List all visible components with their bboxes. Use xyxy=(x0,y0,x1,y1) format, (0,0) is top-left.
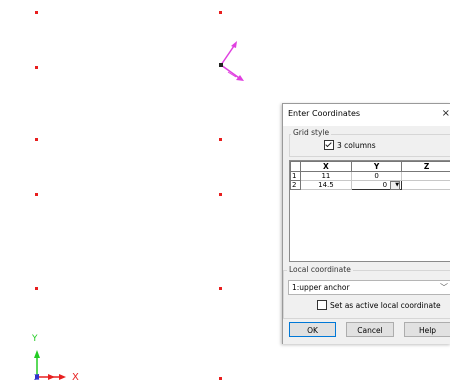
local-coordinate-value: 1:upper anchor xyxy=(292,283,350,292)
cell-z[interactable] xyxy=(401,171,450,181)
table-row[interactable]: 1 11 0 xyxy=(290,171,450,181)
ok-button[interactable]: OK xyxy=(289,322,336,337)
y-axis-arrow xyxy=(34,350,40,358)
cell-dropdown-icon[interactable]: ▼ xyxy=(390,181,401,190)
local-coordinate-legend: Local coordinate xyxy=(287,265,353,274)
cell-x[interactable]: 14.5 xyxy=(299,180,352,190)
dialog-titlebar[interactable]: Enter Coordinates × xyxy=(283,104,450,126)
cancel-button[interactable]: Cancel xyxy=(346,322,394,337)
column-header-x[interactable]: X xyxy=(299,161,352,172)
column-header-y[interactable]: Y xyxy=(350,161,403,172)
x-axis-arrow xyxy=(59,374,66,380)
row-number[interactable]: 2 xyxy=(290,180,301,190)
set-active-checkbox[interactable] xyxy=(317,300,327,310)
close-icon[interactable]: × xyxy=(442,108,450,119)
dialog-title: Enter Coordinates xyxy=(288,109,361,118)
cell-y-editing[interactable]: 0 ▼ xyxy=(350,180,403,190)
coordinate-table: X Y Z 1 11 0 2 14.5 0 ▼ xyxy=(290,161,450,190)
z-axis-label: Z xyxy=(34,373,40,382)
local-coordinate-select[interactable]: 1:upper anchor ﹀ xyxy=(288,280,450,295)
set-active-checkbox-row[interactable]: Set as active local coordinate xyxy=(317,300,441,310)
x-axis-label: X xyxy=(72,372,79,383)
set-active-label: Set as active local coordinate xyxy=(330,300,441,310)
three-columns-checkbox[interactable] xyxy=(324,140,334,150)
three-columns-label: 3 columns xyxy=(337,140,376,150)
three-columns-checkbox-row[interactable]: 3 columns xyxy=(324,140,376,150)
grid-style-legend: Grid style xyxy=(291,128,332,137)
local-coordinate-gizmo[interactable] xyxy=(219,41,244,81)
row-number[interactable]: 1 xyxy=(290,171,301,181)
cell-z[interactable] xyxy=(401,180,450,190)
chevron-down-icon[interactable]: ﹀ xyxy=(440,282,448,293)
y-axis-label: Y xyxy=(32,334,38,344)
cell-y[interactable]: 0 xyxy=(350,171,403,181)
enter-coordinates-dialog: Enter Coordinates × Grid style 3 columns… xyxy=(282,103,450,344)
grid-corner-header xyxy=(290,161,301,172)
x-axis-arrow-2 xyxy=(48,374,55,380)
table-row[interactable]: 2 14.5 0 ▼ xyxy=(290,180,450,190)
coordinate-grid[interactable]: X Y Z 1 11 0 2 14.5 0 ▼ xyxy=(289,160,450,262)
help-button[interactable]: Help xyxy=(404,322,450,337)
column-header-z[interactable]: Z xyxy=(401,161,450,172)
cell-x[interactable]: 11 xyxy=(299,171,352,181)
cell-y-value: 0 xyxy=(382,181,388,189)
